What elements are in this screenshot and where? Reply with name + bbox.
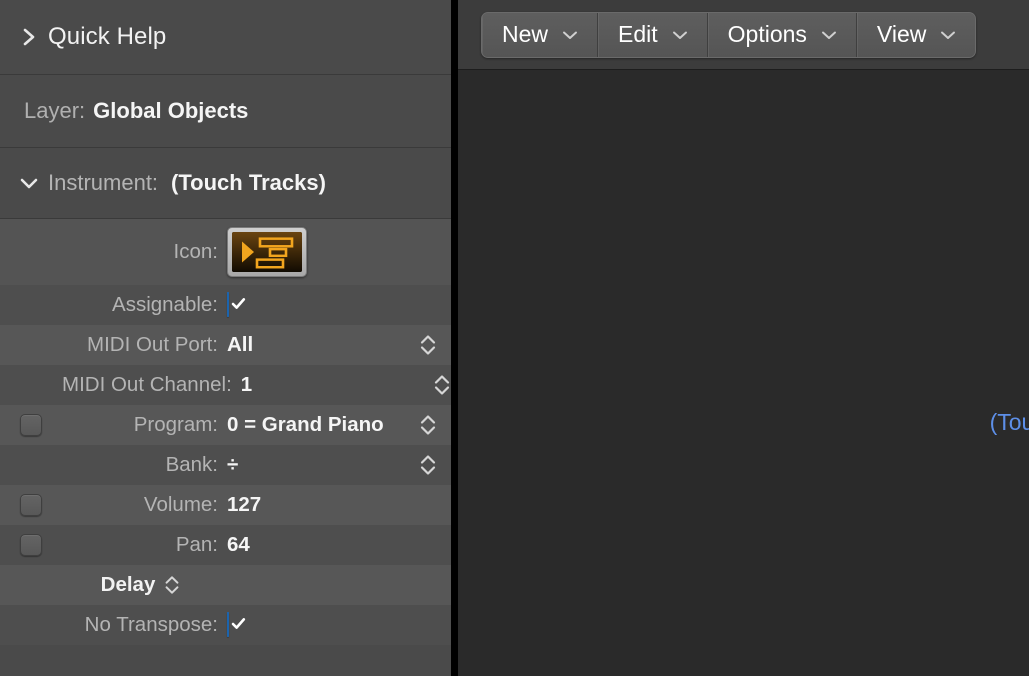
- instrument-label: Instrument:: [48, 170, 158, 196]
- instrument-header[interactable]: Instrument: (Touch Tracks): [0, 148, 451, 219]
- menu-view[interactable]: View: [857, 13, 975, 57]
- environment-object-name[interactable]: (Touch Tracks): [990, 409, 1029, 436]
- pan-label: Pan:: [62, 533, 227, 557]
- volume-label: Volume:: [62, 493, 227, 517]
- volume-checkbox[interactable]: [20, 494, 42, 516]
- logic-environment-window: Quick Help Layer: Global Objects Instrum…: [0, 0, 1029, 676]
- midi-out-port-label: MIDI Out Port:: [62, 333, 227, 357]
- param-row-delay: Delay: [0, 565, 451, 605]
- volume-checkbox-cell: [0, 494, 62, 516]
- quick-help-header[interactable]: Quick Help: [0, 0, 451, 75]
- layer-header[interactable]: Layer: Global Objects: [0, 75, 451, 148]
- pan-value[interactable]: 64: [227, 533, 405, 557]
- environment-canvas[interactable]: (Touch Tracks): [458, 70, 1029, 676]
- assignable-value: [227, 293, 405, 317]
- menu-edit-label: Edit: [618, 21, 658, 48]
- icon-chooser-wrap: [227, 227, 405, 277]
- inspector-panel: Quick Help Layer: Global Objects Instrum…: [0, 0, 451, 676]
- chevron-down-icon: [561, 29, 579, 41]
- chevron-down-icon: [939, 29, 957, 41]
- chevron-down-icon: [820, 29, 838, 41]
- menu-view-label: View: [877, 21, 926, 48]
- param-row-midi-out-port: MIDI Out Port: All: [0, 325, 451, 365]
- bank-label: Bank:: [62, 453, 227, 477]
- icon-chooser-button[interactable]: [227, 227, 307, 277]
- midi-out-channel-label: MIDI Out Channel:: [62, 373, 241, 397]
- quick-help-title: Quick Help: [48, 23, 166, 51]
- midi-out-port-stepper[interactable]: [405, 330, 451, 360]
- program-stepper[interactable]: [405, 410, 451, 440]
- volume-value[interactable]: 127: [227, 493, 405, 517]
- delay-stepper[interactable]: [162, 571, 182, 599]
- no-transpose-label: No Transpose:: [62, 613, 227, 637]
- program-value[interactable]: 0 = Grand Piano: [227, 413, 405, 437]
- parameter-list: Icon:: [0, 219, 451, 645]
- instrument-value: (Touch Tracks): [171, 170, 326, 196]
- param-row-program: Program: 0 = Grand Piano: [0, 405, 451, 445]
- bank-stepper[interactable]: [405, 450, 451, 480]
- menu-options-label: Options: [728, 21, 807, 48]
- program-checkbox-cell: [0, 414, 62, 436]
- param-row-midi-out-channel: MIDI Out Channel: 1: [0, 365, 451, 405]
- no-transpose-checkbox[interactable]: [227, 612, 229, 637]
- pan-checkbox-cell: [0, 534, 62, 556]
- assignable-checkbox[interactable]: [227, 292, 229, 317]
- midi-out-channel-stepper[interactable]: [419, 370, 451, 400]
- midi-out-port-value[interactable]: All: [227, 333, 405, 357]
- icon-label: Icon:: [0, 240, 227, 264]
- menu-new[interactable]: New: [482, 13, 598, 57]
- bank-value[interactable]: ÷: [227, 453, 405, 477]
- menu-button-group: New Edit Options: [481, 12, 976, 58]
- delay-control[interactable]: Delay: [101, 571, 183, 599]
- param-row-pan: Pan: 64: [0, 525, 451, 565]
- no-transpose-value: [227, 613, 405, 637]
- menu-options[interactable]: Options: [708, 13, 857, 57]
- param-row-assignable: Assignable:: [0, 285, 451, 325]
- program-label: Program:: [62, 413, 227, 437]
- layer-label: Layer:: [24, 98, 85, 124]
- param-row-volume: Volume: 127: [0, 485, 451, 525]
- midi-out-channel-value[interactable]: 1: [241, 373, 419, 397]
- chevron-down-icon[interactable]: [14, 168, 44, 198]
- touch-tracks-icon: [232, 232, 302, 272]
- delay-label: Delay: [101, 573, 156, 597]
- menu-edit[interactable]: Edit: [598, 13, 708, 57]
- local-menu-bar: New Edit Options: [458, 0, 1029, 70]
- assignable-label: Assignable:: [62, 293, 227, 317]
- layer-value[interactable]: Global Objects: [93, 98, 248, 124]
- program-checkbox[interactable]: [20, 414, 42, 436]
- environment-canvas-panel: New Edit Options: [458, 0, 1029, 676]
- param-row-no-transpose: No Transpose:: [0, 605, 451, 645]
- param-row-icon: Icon:: [0, 219, 451, 285]
- panel-divider[interactable]: [451, 0, 458, 676]
- chevron-down-icon: [671, 29, 689, 41]
- param-row-bank: Bank: ÷: [0, 445, 451, 485]
- menu-new-label: New: [502, 21, 548, 48]
- chevron-right-icon[interactable]: [14, 22, 44, 52]
- pan-checkbox[interactable]: [20, 534, 42, 556]
